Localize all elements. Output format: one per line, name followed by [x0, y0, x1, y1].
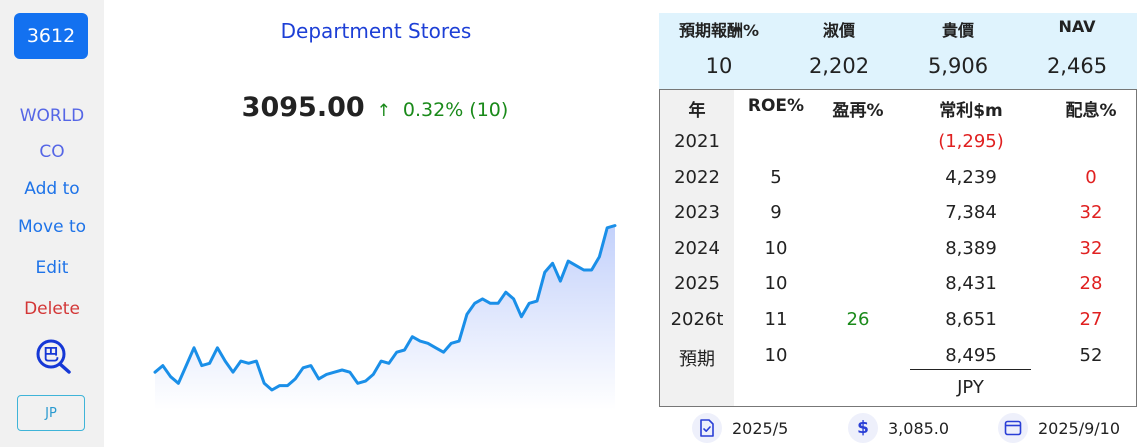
financial-table: 年 ROE% 盈再% 常利$m 配息% 2021 (1,295) 2022 5 4,23…	[659, 89, 1137, 407]
table-cell-roe: 10	[764, 237, 788, 259]
table-cell-roe: 10	[764, 273, 788, 295]
table-cell-dividend: 52	[1079, 344, 1103, 366]
data-date: 2025/9/10	[1038, 418, 1121, 438]
document-check-icon	[692, 413, 722, 443]
table-cell-roe: 10	[764, 344, 788, 366]
header-dividend: 配息%	[1065, 101, 1117, 121]
table-cell-roe: 5	[770, 166, 782, 188]
dollar-icon: $	[848, 413, 878, 443]
table-cell-dividend: 28	[1079, 273, 1103, 295]
table-cell-year: 2024	[674, 237, 720, 259]
move-to-link[interactable]: Move to	[0, 217, 104, 237]
delete-link[interactable]: Delete	[0, 299, 104, 319]
table-cell-profit: 8,651	[945, 309, 997, 330]
table-cell-year: 2021	[674, 131, 720, 152]
dollar-symbol: $	[857, 418, 869, 438]
data-date-item: 2025/9/10	[998, 413, 1120, 443]
market-jp-button[interactable]: JP	[17, 395, 85, 431]
header-year: 年	[688, 101, 706, 121]
summary-header: 預期報酬%	[678, 21, 760, 40]
report-date-item: 2025/5	[692, 413, 788, 443]
summary-header: 淑價	[822, 21, 855, 40]
table-cell-profit: 8,495	[945, 344, 997, 366]
ticker-badge[interactable]: 3612	[14, 13, 88, 59]
table-cell-dividend: 27	[1079, 309, 1103, 330]
valuation-summary: 預期報酬% 10 淑價 2,202 貴價 5,906 NAV 2,465	[659, 13, 1137, 89]
last-price: 3095.00	[241, 92, 365, 123]
table-cell-profit: 4,239	[945, 166, 997, 188]
report-date: 2025/5	[732, 418, 789, 438]
table-cell-roe: 11	[764, 309, 788, 330]
table-cell-year: 2025	[674, 273, 720, 295]
table-cell-dividend: 32	[1079, 202, 1103, 224]
price-chart	[153, 224, 617, 410]
currency-label: JPY	[957, 377, 984, 398]
header-profit: 常利$m	[939, 101, 1003, 121]
table-cell-profit: 8,389	[945, 237, 997, 259]
company-name-line2[interactable]: CO	[0, 134, 104, 170]
table-cell-dividend: 32	[1079, 237, 1103, 259]
summary-header: 貴價	[941, 21, 974, 40]
table-cell-profit: 8,431	[945, 273, 997, 295]
price-row: 3095.00 ↑ 0.32% (10)	[150, 92, 600, 123]
summary-value: 10	[705, 54, 733, 78]
summary-value: 2,202	[808, 54, 870, 78]
table-cell-year: 2023	[674, 202, 720, 224]
magnifier-char: 巴	[43, 345, 59, 364]
summary-nav: NAV 2,465	[1017, 13, 1137, 89]
edit-link[interactable]: Edit	[0, 258, 104, 278]
summary-fair-price: 淑價 2,202	[779, 13, 899, 89]
reference-price-item: $ 3,085.0	[848, 413, 949, 443]
add-to-link[interactable]: Add to	[0, 179, 104, 199]
profit-underline	[910, 369, 1031, 370]
table-cell-profit: (1,295)	[938, 131, 1004, 152]
table-cell-reinvest: 26	[846, 309, 870, 330]
summary-expected-return: 預期報酬% 10	[659, 13, 779, 89]
table-cell-year: 預期	[679, 348, 715, 370]
chart-area-fill	[155, 225, 615, 410]
up-arrow-icon: ↑	[376, 101, 391, 121]
industry-label[interactable]: Department Stores	[216, 19, 536, 43]
sidebar: 3612 WORLD CO Add to Move to Edit Delete…	[0, 0, 104, 447]
table-cell-year: 2026t	[670, 309, 724, 330]
magnifier-ba-icon[interactable]: 巴	[34, 338, 74, 376]
table-cell-roe: 9	[770, 202, 782, 224]
table-cell-year: 2022	[674, 166, 720, 188]
summary-expensive-price: 貴價 5,906	[898, 13, 1018, 89]
summary-value: 5,906	[927, 54, 989, 78]
calendar-icon	[998, 413, 1028, 443]
header-roe: ROE%	[747, 96, 805, 116]
company-name-line1[interactable]: WORLD	[0, 98, 104, 134]
summary-value: 2,465	[1046, 54, 1108, 78]
table-cell-profit: 7,384	[945, 202, 997, 224]
table-cell-dividend: 0	[1085, 166, 1097, 188]
summary-header: NAV	[1058, 17, 1096, 36]
reference-price: 3,085.0	[888, 418, 950, 438]
header-reinvest: 盈再%	[832, 101, 884, 121]
price-change: 0.32% (10)	[402, 99, 509, 121]
